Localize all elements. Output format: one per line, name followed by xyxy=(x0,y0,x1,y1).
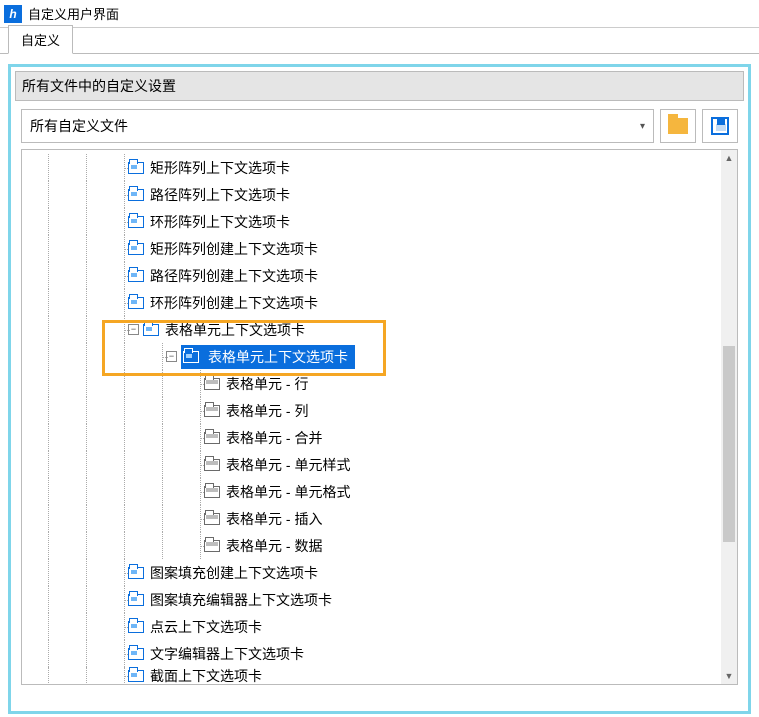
tree-item[interactable]: 路径阵列上下文选项卡 xyxy=(22,181,721,208)
tree-item-label: 环形阵列创建上下文选项卡 xyxy=(150,293,318,313)
ribbon-tab-icon xyxy=(128,295,146,311)
tree-item[interactable]: 图案填充创建上下文选项卡 xyxy=(22,559,721,586)
tree-item-label: 路径阵列创建上下文选项卡 xyxy=(150,266,318,286)
vertical-scrollbar[interactable]: ▲ ▼ xyxy=(721,150,737,684)
folder-icon xyxy=(668,118,688,134)
tree-item-label: 截面上下文选项卡 xyxy=(150,667,262,684)
save-file-button[interactable] xyxy=(702,109,738,143)
ribbon-panel-icon xyxy=(204,511,222,527)
content-panel: 所有文件中的自定义设置 所有自定义文件 ▾ 矩形阵列上下文选项卡路径阵列上下文选… xyxy=(8,64,751,714)
tree-item[interactable]: 表格单元 - 插入 xyxy=(22,505,721,532)
scroll-thumb[interactable] xyxy=(723,346,735,542)
ribbon-tab-icon xyxy=(128,592,146,608)
tree-item[interactable]: −表格单元上下文选项卡 xyxy=(22,316,721,343)
ribbon-tab-icon xyxy=(128,619,146,635)
tree-item-label: 表格单元 - 数据 xyxy=(226,536,322,556)
ribbon-tab-icon xyxy=(128,160,146,176)
ribbon-tab-icon xyxy=(128,646,146,662)
tree-item[interactable]: 路径阵列创建上下文选项卡 xyxy=(22,262,721,289)
tree-item-label: 文字编辑器上下文选项卡 xyxy=(150,644,304,664)
scroll-down-button[interactable]: ▼ xyxy=(721,668,737,684)
ribbon-panel-icon xyxy=(204,457,222,473)
file-select-value: 所有自定义文件 xyxy=(30,116,128,136)
tree-item-label: 环形阵列上下文选项卡 xyxy=(150,212,290,232)
tree-item-label: 表格单元 - 单元格式 xyxy=(226,482,350,502)
chevron-down-icon: ▾ xyxy=(640,121,645,132)
tab-label: 自定义 xyxy=(21,33,60,48)
tree-item-label: 表格单元上下文选项卡 xyxy=(165,320,305,340)
tree-item[interactable]: 表格单元 - 合并 xyxy=(22,424,721,451)
ribbon-panel-icon xyxy=(204,538,222,554)
window-title: 自定义用户界面 xyxy=(28,4,119,23)
tree-item[interactable]: 表格单元 - 数据 xyxy=(22,532,721,559)
tree[interactable]: 矩形阵列上下文选项卡路径阵列上下文选项卡环形阵列上下文选项卡矩形阵列创建上下文选… xyxy=(22,150,721,684)
tab-customize[interactable]: 自定义 xyxy=(8,25,73,54)
tree-item-label: 矩形阵列上下文选项卡 xyxy=(150,158,290,178)
tree-item[interactable]: 环形阵列上下文选项卡 xyxy=(22,208,721,235)
tree-item-label: 表格单元 - 插入 xyxy=(226,509,322,529)
tree-item-label: 图案填充创建上下文选项卡 xyxy=(150,563,318,583)
tree-item-label: 点云上下文选项卡 xyxy=(150,617,262,637)
app-icon: h xyxy=(4,5,22,23)
tree-item[interactable]: 文字编辑器上下文选项卡 xyxy=(22,640,721,667)
tree-item[interactable]: 表格单元 - 单元格式 xyxy=(22,478,721,505)
tree-item[interactable]: 图案填充编辑器上下文选项卡 xyxy=(22,586,721,613)
ribbon-panel-icon xyxy=(204,430,222,446)
tree-item[interactable]: −表格单元上下文选项卡 xyxy=(22,343,721,370)
tree-item-label: 表格单元 - 合并 xyxy=(226,428,322,448)
tree-item-label: 表格单元 - 行 xyxy=(226,374,308,394)
tree-item-label: 图案填充编辑器上下文选项卡 xyxy=(150,590,332,610)
ribbon-panel-icon xyxy=(204,484,222,500)
file-toolbar: 所有自定义文件 ▾ xyxy=(15,109,744,143)
tree-item[interactable]: 环形阵列创建上下文选项卡 xyxy=(22,289,721,316)
tree-item[interactable]: 矩形阵列上下文选项卡 xyxy=(22,154,721,181)
ribbon-tab-icon xyxy=(128,565,146,581)
ribbon-panel-icon xyxy=(204,376,222,392)
ribbon-tab-icon xyxy=(143,322,161,338)
tree-item[interactable]: 矩形阵列创建上下文选项卡 xyxy=(22,235,721,262)
section-header: 所有文件中的自定义设置 xyxy=(15,71,744,101)
tab-bar: 自定义 xyxy=(0,28,759,54)
tree-item-label: 表格单元 - 单元样式 xyxy=(226,455,350,475)
ribbon-tab-icon xyxy=(128,214,146,230)
ribbon-tab-icon xyxy=(128,668,146,684)
ribbon-tab-icon xyxy=(128,187,146,203)
ribbon-tab-icon xyxy=(128,268,146,284)
tree-item-label: 表格单元 - 列 xyxy=(226,401,308,421)
tree-item[interactable]: 表格单元 - 单元样式 xyxy=(22,451,721,478)
ribbon-panel-icon xyxy=(204,403,222,419)
file-select[interactable]: 所有自定义文件 ▾ xyxy=(21,109,654,143)
open-file-button[interactable] xyxy=(660,109,696,143)
tree-item-label: 矩形阵列创建上下文选项卡 xyxy=(150,239,318,259)
tree-item[interactable]: 点云上下文选项卡 xyxy=(22,613,721,640)
title-bar: h 自定义用户界面 xyxy=(0,0,759,28)
tree-item-label: 路径阵列上下文选项卡 xyxy=(150,185,290,205)
ribbon-tab-icon xyxy=(183,349,201,365)
tree-item[interactable]: 表格单元 - 行 xyxy=(22,370,721,397)
save-icon xyxy=(711,117,729,135)
ribbon-tab-icon xyxy=(128,241,146,257)
tree-item-label: 表格单元上下文选项卡 xyxy=(205,346,351,368)
tree-item[interactable]: 截面上下文选项卡 xyxy=(22,667,721,684)
tree-panel: 矩形阵列上下文选项卡路径阵列上下文选项卡环形阵列上下文选项卡矩形阵列创建上下文选… xyxy=(21,149,738,685)
scroll-up-button[interactable]: ▲ xyxy=(721,150,737,166)
tree-item[interactable]: 表格单元 - 列 xyxy=(22,397,721,424)
section-title: 所有文件中的自定义设置 xyxy=(22,78,176,94)
